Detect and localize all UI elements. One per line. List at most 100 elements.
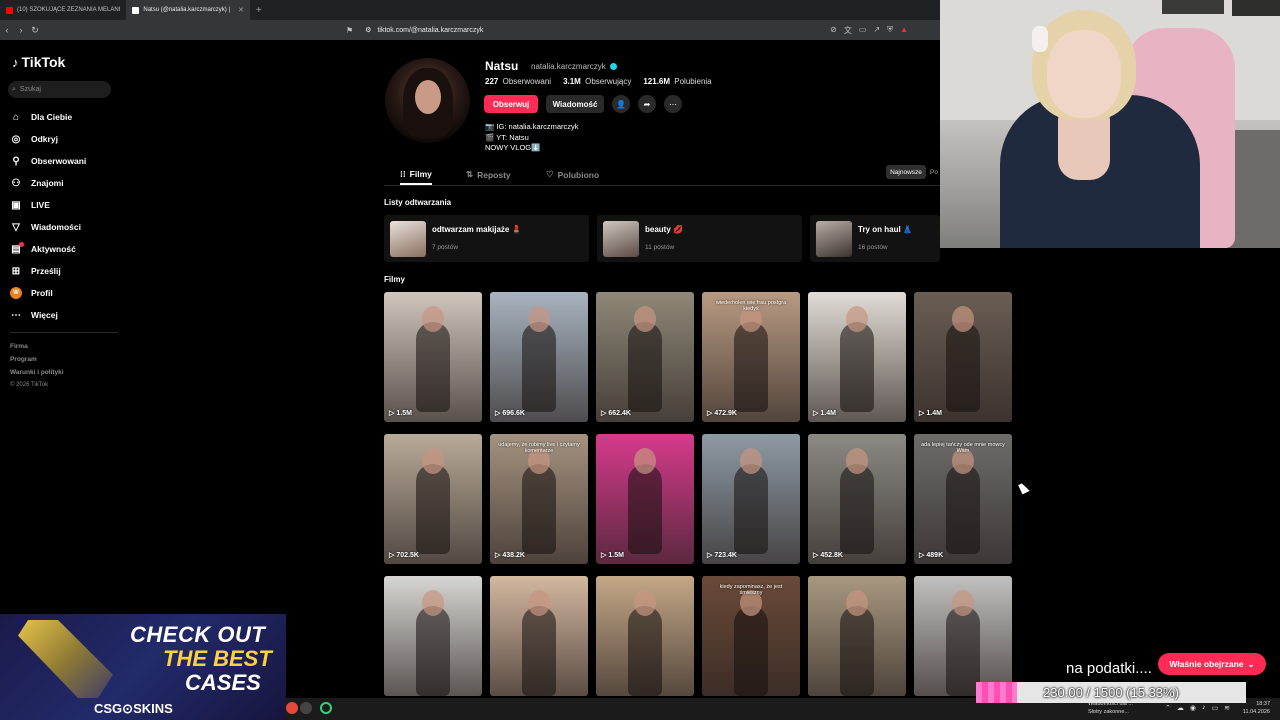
cam-picture-frame xyxy=(1232,0,1280,16)
video-thumbnail[interactable] xyxy=(384,576,482,696)
network-icon[interactable]: ◉ xyxy=(1190,704,1196,712)
site-info-icon[interactable]: ⚙ xyxy=(365,26,371,34)
app-icon[interactable] xyxy=(286,702,298,714)
volume-icon[interactable]: ♪ xyxy=(1202,704,1206,712)
video-thumbnail[interactable]: kiedy zapominasz, że jest śmieszny xyxy=(702,576,800,696)
add-friend-icon[interactable]: 👤 xyxy=(612,95,630,113)
sidebar-item-aktywnosc[interactable]: ▤ Aktywność xyxy=(10,238,120,260)
play-icon: ▷ xyxy=(389,410,395,417)
video-caption: ada lepiej tańczy ode mnie mowcy Wam xyxy=(921,442,1005,454)
video-thumbnail[interactable]: ▷ 696.6K xyxy=(490,292,588,422)
video-thumbnail[interactable]: ▷ 1.5M xyxy=(384,292,482,422)
video-thumbnail[interactable]: ▷ 702.5K xyxy=(384,434,482,564)
tab-filmy[interactable]: ⁞⁞ Filmy xyxy=(400,164,432,185)
shield-icon[interactable]: ⛨ xyxy=(887,25,893,36)
back-icon[interactable]: ‹ xyxy=(0,25,14,35)
url-field[interactable]: ⚙ tiktok.com/@natalia.karczmarczyk xyxy=(359,23,789,37)
video-thumbnail[interactable]: ada lepiej tańczy ode mnie mowcy Wam ▷ 489… xyxy=(914,434,1012,564)
sidebar-item-odkryj[interactable]: ◎ Odkryj xyxy=(10,128,120,150)
video-caption: kiedy zapominasz, że jest śmieszny xyxy=(719,584,783,596)
video-thumbnail[interactable] xyxy=(808,576,906,696)
more-options-icon[interactable]: ⋯ xyxy=(664,95,682,113)
hide-icon[interactable]: ⊘ xyxy=(830,25,837,36)
sort-newest-button[interactable]: Najnowsze xyxy=(886,165,926,179)
video-subject-head xyxy=(846,306,868,332)
stat-followers[interactable]: 3.1M Obserwujący xyxy=(563,77,631,86)
close-tab-icon[interactable]: ✕ xyxy=(238,6,244,14)
playlist-thumbnail xyxy=(390,221,426,257)
video-thumbnail[interactable]: ▷ 662.4K xyxy=(596,292,694,422)
bookmark-icon[interactable]: ⚑ xyxy=(346,26,353,35)
footer-link-program[interactable]: Program xyxy=(10,353,64,366)
sidebar-item-znajomi[interactable]: ⚇ Znajomi xyxy=(10,172,120,194)
video-views: ▷ 489K xyxy=(919,551,943,560)
browser-tab-youtube[interactable]: (10) SZOKUJĄCE ZEZNANIA MELANI xyxy=(0,0,126,20)
video-caption: udajemy, że robimy live i czytamy koment… xyxy=(498,442,580,454)
playlist-card[interactable]: beauty 💋 11 postów xyxy=(597,215,802,262)
video-subject xyxy=(522,464,556,554)
reload-icon[interactable]: ↻ xyxy=(28,25,42,36)
obs-icon[interactable] xyxy=(320,702,332,714)
cloud-icon[interactable]: ☁ xyxy=(1177,704,1184,712)
youtube-icon xyxy=(6,6,13,14)
tab-polubiono[interactable]: ♡ Polubiono xyxy=(546,164,599,185)
translate-icon[interactable]: 文 xyxy=(844,25,852,36)
sidebar-item-profil[interactable]: W Profil xyxy=(10,282,120,304)
sidebar-item-dla-ciebie[interactable]: ⌂ Dla Ciebie xyxy=(10,106,120,128)
new-tab-button[interactable]: + xyxy=(250,5,268,16)
sidebar-item-obserwowani[interactable]: ⚲ Obserwowani xyxy=(10,150,120,172)
video-subject xyxy=(416,606,450,696)
video-thumbnail[interactable]: ▷ 723.4K xyxy=(702,434,800,564)
sort-popular-button[interactable]: Po xyxy=(930,165,938,179)
video-thumbnail[interactable]: ▷ 452.8K xyxy=(808,434,906,564)
stat-following[interactable]: 227 Obserwowani xyxy=(485,77,551,86)
ad-line: CASES xyxy=(185,670,261,695)
chevron-up-icon[interactable]: ⌃ xyxy=(1165,704,1171,712)
video-thumbnail[interactable]: ▷ 1.5M xyxy=(596,434,694,564)
video-thumbnail[interactable]: ▷ 1.4M xyxy=(914,292,1012,422)
share-icon[interactable]: ↗ xyxy=(873,25,880,36)
alert-extension-icon[interactable]: ▲ xyxy=(900,25,908,36)
video-views-count: 1.4M xyxy=(926,409,942,417)
video-thumbnail[interactable]: udajemy, że robimy live i czytamy koment… xyxy=(490,434,588,564)
search-input[interactable]: ⌕ Szukaj xyxy=(8,81,111,98)
video-subject xyxy=(522,322,556,412)
sidebar-item-wiecej[interactable]: ⋯ Więcej xyxy=(10,304,120,326)
video-caption: wiederholen wie frau postgra kiedyś xyxy=(715,300,787,312)
tiktok-logo[interactable]: ♪ TikTok xyxy=(12,54,65,70)
video-thumbnail[interactable] xyxy=(914,576,1012,696)
chrome-icon[interactable] xyxy=(300,702,312,714)
share-profile-icon[interactable]: ➦ xyxy=(638,95,656,113)
video-subject xyxy=(416,464,450,554)
follow-button[interactable]: Obserwuj xyxy=(484,95,538,113)
wifi-icon[interactable]: ≋ xyxy=(1224,704,1230,712)
forward-icon[interactable]: › xyxy=(14,25,28,35)
sidebar-item-live[interactable]: ▣ LIVE xyxy=(10,194,120,216)
tab-reposty[interactable]: ⇅ Reposty xyxy=(466,164,511,185)
video-thumbnail[interactable]: wiederholen wie frau postgra kiedyś ▷ 472.… xyxy=(702,292,800,422)
battery-icon[interactable]: ▭ xyxy=(1211,704,1218,712)
playlist-card[interactable]: odtwarzam makijaże 💄 7 postów xyxy=(384,215,589,262)
sidebar-item-label: Obserwowani xyxy=(31,156,87,166)
knife-graphic xyxy=(18,620,113,698)
just-watched-button[interactable]: Właśnie obejrzane ⌄ xyxy=(1158,653,1266,675)
message-button[interactable]: Wiadomość xyxy=(546,95,604,113)
profile-avatar[interactable] xyxy=(385,58,470,143)
browser-tab-tiktok[interactable]: Natsu (@natalia.karczmarczyk) | ✕ xyxy=(126,0,250,20)
video-thumbnail[interactable] xyxy=(596,576,694,696)
video-subject xyxy=(840,464,874,554)
mouse-cursor-icon xyxy=(1018,481,1030,495)
video-subject xyxy=(734,322,768,412)
playlist-card[interactable]: Try on haul 👗 16 postów xyxy=(810,215,940,262)
sidebar-item-przeslij[interactable]: ⊞ Prześlij xyxy=(10,260,120,282)
footer-link-firma[interactable]: Firma xyxy=(10,340,64,353)
footer-link-terms[interactable]: Warunki i polityki xyxy=(10,366,64,379)
just-watched-label: Właśnie obejrzane xyxy=(1169,659,1244,669)
screenshot-icon[interactable]: ▭ xyxy=(859,25,867,36)
video-subject xyxy=(840,322,874,412)
video-subject xyxy=(946,464,980,554)
video-thumbnail[interactable]: ▷ 1.4M xyxy=(808,292,906,422)
video-thumbnail[interactable] xyxy=(490,576,588,696)
sidebar-item-wiadomosci[interactable]: ▽ Wiadomości xyxy=(10,216,120,238)
profile-username: natalia.karczmarczyk xyxy=(531,62,606,71)
